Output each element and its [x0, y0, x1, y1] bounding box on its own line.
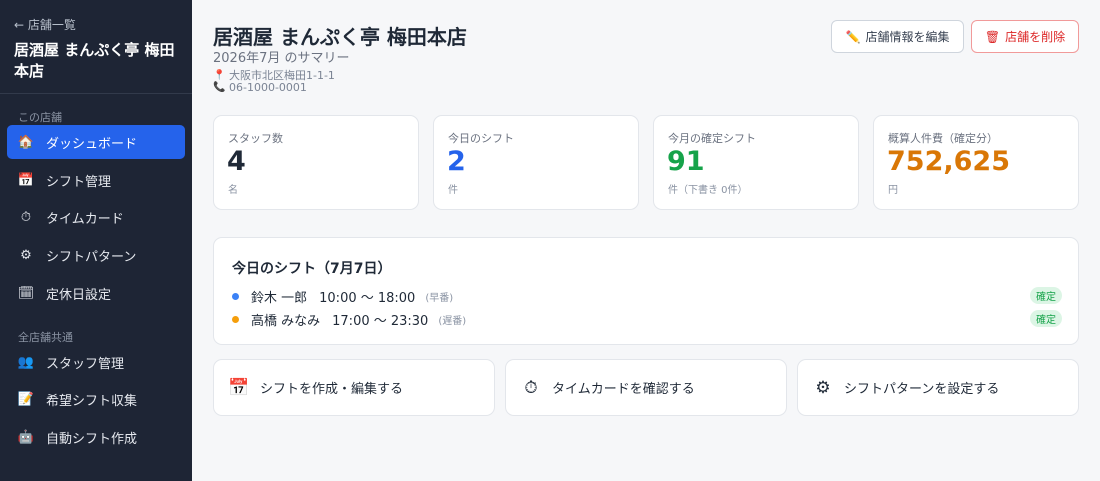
shift-row[interactable]: 鈴木 一郎 10:00 〜 18:00 (早番) 確定 [232, 286, 1062, 306]
shift-dot [232, 292, 239, 300]
robot-icon: 🤖 [17, 429, 35, 445]
people-icon: 👥 [17, 354, 35, 370]
pencil-icon: ✏️ [845, 29, 861, 44]
stat-value: 752,625 [887, 146, 1010, 177]
shift-time: 10:00 〜 18:00 [319, 290, 416, 306]
stat-value: 2 [447, 146, 466, 177]
today-shifts-card: 今日のシフト（7月7日） 鈴木 一郎 10:00 〜 18:00 (早番) 確定… [213, 237, 1079, 345]
back-to-store-list-link[interactable]: ← 店舗一覧 [14, 16, 76, 33]
action-label: シフトパターンを設定する [844, 382, 1000, 397]
section-label-store: この店舗 [18, 111, 62, 124]
stat-card-today-shifts: 今日のシフト 2 件 [433, 115, 639, 210]
gear-icon: ⚙ [815, 377, 831, 398]
sidebar-item-shift-requests[interactable]: 📝 希望シフト収集 [7, 382, 185, 416]
sidebar-item-label: シフトパターン [46, 249, 137, 265]
stat-unit: 名 [228, 185, 238, 196]
shift-staff-name: 鈴木 一郎 [251, 290, 308, 306]
stat-label: 今月の確定シフト [668, 132, 756, 145]
sidebar-item-label: 希望シフト収集 [46, 393, 138, 409]
edit-store-button[interactable]: ✏️ 店舗情報を編集 [831, 20, 964, 53]
shift-type: (遅番) [438, 315, 467, 327]
delete-store-label: 店舗を削除 [1005, 30, 1066, 44]
status-badge: 確定 [1030, 310, 1062, 327]
shift-dot [232, 315, 239, 323]
phone-icon: 📞 [213, 82, 226, 93]
stat-label: スタッフ数 [228, 132, 283, 145]
stat-value: 91 [667, 146, 705, 177]
store-phone: 📞 06-1000-0001 [213, 81, 307, 94]
sidebar-item-holidays[interactable]: 🗓 定休日設定 [7, 276, 185, 310]
stat-card-staff-count: スタッフ数 4 名 [213, 115, 419, 210]
delete-store-button[interactable]: 🗑 店舗を削除 [971, 20, 1079, 53]
edit-store-label: 店舗情報を編集 [865, 30, 950, 44]
shift-staff-name: 高橋 みなみ [251, 313, 321, 329]
gear-icon: ⚙ [20, 247, 32, 263]
sidebar-store-name: 居酒屋 まんぷく亭 梅田本店 [14, 41, 175, 80]
sidebar-item-shift-patterns[interactable]: ⚙ シフトパターン [7, 238, 185, 272]
stat-label: 今日のシフト [448, 132, 514, 145]
action-label: シフトを作成・編集する [260, 382, 404, 397]
stat-value: 4 [227, 146, 246, 177]
page-title: 居酒屋 まんぷく亭 梅田本店 [213, 25, 467, 49]
sidebar-item-auto-shift[interactable]: 🤖 自動シフト作成 [7, 420, 185, 454]
summary-period: 2026年7月 のサマリー [213, 51, 350, 66]
sidebar-item-label: シフト管理 [46, 174, 112, 190]
action-create-shift[interactable]: 📅 シフトを作成・編集する [213, 359, 495, 416]
stat-unit: 件 [448, 185, 458, 196]
sidebar-item-label: スタッフ管理 [46, 356, 125, 372]
calendar-icon: 📅 [228, 377, 250, 398]
sidebar-item-shift-management[interactable]: 📅 シフト管理 [7, 163, 185, 197]
action-label: タイムカードを確認する [552, 382, 695, 397]
sidebar: ← 店舗一覧 居酒屋 まんぷく亭 梅田本店 この店舗 🏠 ダッシュボード 📅 シ… [0, 0, 192, 481]
sidebar-divider [0, 93, 192, 94]
calendar-icon: 📅 [17, 172, 35, 188]
sidebar-item-staff[interactable]: 👥 スタッフ管理 [7, 345, 185, 379]
sidebar-item-label: タイムカード [46, 211, 124, 227]
sidebar-item-label: ダッシュボード [46, 136, 138, 152]
shift-type: (早番) [425, 292, 454, 304]
action-check-timecard[interactable]: ⏱ タイムカードを確認する [505, 359, 787, 416]
status-badge: 確定 [1030, 287, 1062, 304]
tear-off-calendar-icon: 🗓 [17, 285, 35, 301]
trash-icon: 🗑 [984, 29, 1001, 44]
phone-text: 06-1000-0001 [229, 81, 307, 94]
pin-icon: 📍 [213, 69, 226, 81]
shift-time: 17:00 〜 23:30 [332, 313, 429, 329]
stat-label: 概算人件費（確定分） [888, 132, 998, 145]
stopwatch-icon: ⏱ [524, 377, 538, 398]
sidebar-item-label: 定休日設定 [46, 287, 112, 303]
memo-icon: 📝 [17, 391, 35, 407]
today-shifts-title: 今日のシフト（7月7日） [232, 261, 392, 277]
stat-unit: 件（下書き 0件） [668, 185, 748, 196]
section-label-common: 全店舗共通 [18, 331, 73, 344]
action-set-shift-patterns[interactable]: ⚙ シフトパターンを設定する [797, 359, 1079, 416]
sidebar-item-dashboard[interactable]: 🏠 ダッシュボード [7, 125, 185, 159]
house-icon: 🏠 [17, 134, 35, 150]
stat-card-confirmed-shifts: 今月の確定シフト 91 件（下書き 0件） [653, 115, 859, 210]
stopwatch-icon: ⏱ [20, 209, 32, 225]
shift-row[interactable]: 高橋 みなみ 17:00 〜 23:30 (遅番) 確定 [232, 309, 1062, 329]
stat-unit: 円 [888, 185, 898, 196]
stat-card-labor-cost: 概算人件費（確定分） 752,625 円 [873, 115, 1079, 210]
sidebar-item-label: 自動シフト作成 [46, 431, 138, 447]
sidebar-item-timecard[interactable]: ⏱ タイムカード [7, 200, 185, 234]
